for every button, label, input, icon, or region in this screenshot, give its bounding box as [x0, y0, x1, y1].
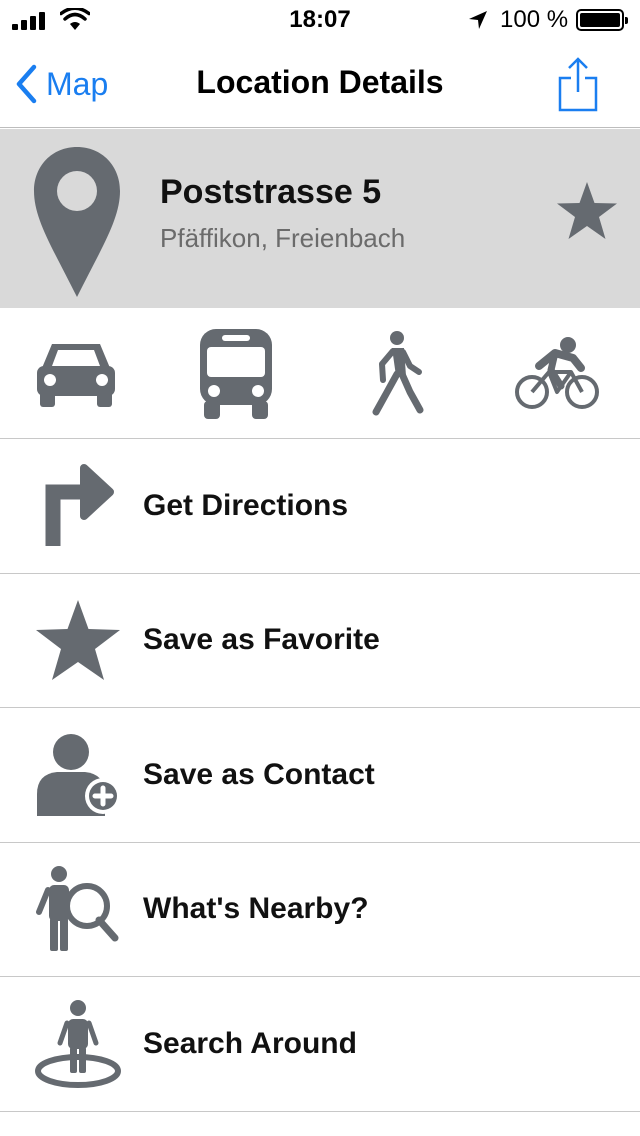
menu-icon-wrapper [30, 708, 126, 842]
map-pin-icon [34, 147, 120, 297]
menu-item-label: Search Around [143, 1026, 357, 1060]
transport-car-button[interactable] [26, 308, 126, 438]
transport-walk-button[interactable] [346, 308, 446, 438]
transport-mode-bar [0, 308, 640, 439]
action-menu: Get Directions Save as Favorite Save as … [0, 439, 640, 1112]
favorite-star-icon[interactable] [556, 181, 618, 241]
menu-icon-wrapper [30, 574, 126, 708]
menu-icon-wrapper [30, 977, 126, 1111]
person-radius-icon [35, 999, 121, 1088]
menu-icon-wrapper [30, 439, 126, 573]
add-contact-icon [37, 733, 121, 816]
menu-item-label: Save as Favorite [143, 623, 380, 657]
location-services-icon [469, 11, 487, 29]
bus-icon [200, 329, 272, 419]
battery-icon [576, 9, 628, 31]
battery-percentage: 100 % [500, 6, 569, 33]
car-icon [37, 344, 115, 407]
walk-icon [372, 331, 424, 416]
save-as-contact-item[interactable]: Save as Contact [0, 708, 640, 843]
location-name: Poststrasse 5 [160, 173, 382, 211]
transport-bicycle-button[interactable] [507, 308, 607, 438]
get-directions-item[interactable]: Get Directions [0, 439, 640, 574]
location-subtitle: Pfäffikon, Freienbach [160, 223, 406, 253]
chevron-left-icon [16, 64, 37, 104]
menu-icon-wrapper [30, 843, 126, 977]
share-icon[interactable] [554, 56, 602, 112]
menu-item-label: What's Nearby? [143, 892, 369, 926]
back-button[interactable]: Map [14, 62, 108, 106]
transport-bus-button[interactable] [186, 308, 286, 438]
search-around-item[interactable]: Search Around [0, 977, 640, 1112]
menu-item-label: Get Directions [143, 488, 349, 522]
location-header: Poststrasse 5 Pfäffikon, Freienbach [0, 129, 640, 308]
whats-nearby-item[interactable]: What's Nearby? [0, 843, 640, 977]
turn-right-arrow-icon [45, 463, 114, 546]
status-bar: 18:07 100 % [0, 0, 640, 40]
menu-item-label: Save as Contact [143, 757, 375, 791]
back-button-label: Map [46, 65, 109, 102]
save-as-favorite-item[interactable]: Save as Favorite [0, 574, 640, 708]
star-icon [36, 600, 120, 681]
person-search-icon [36, 866, 119, 952]
navigation-bar: Map Location Details [0, 40, 640, 128]
bicycle-icon [515, 337, 599, 409]
